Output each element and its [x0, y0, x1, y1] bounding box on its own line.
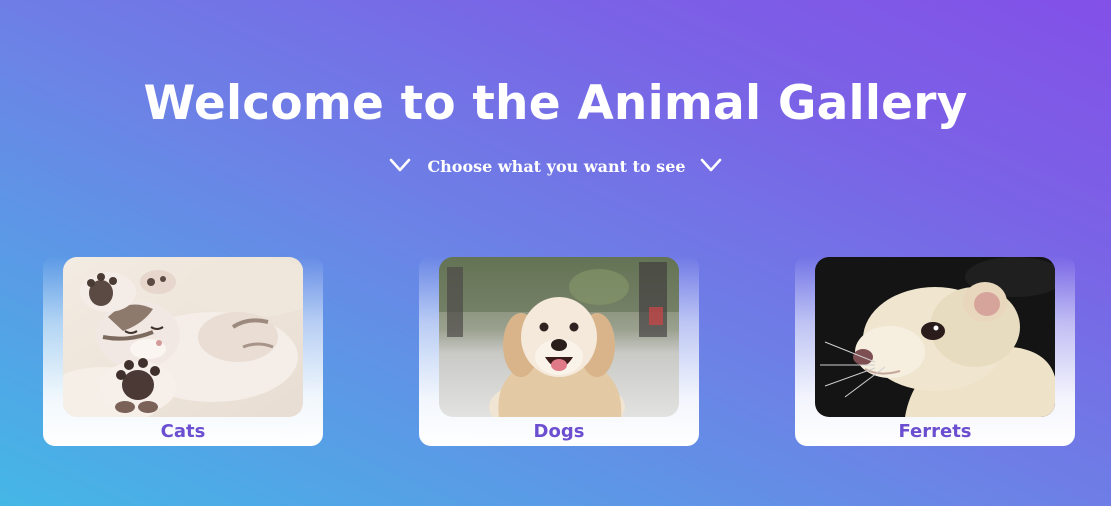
gallery-card-ferrets[interactable]: Ferrets — [795, 256, 1075, 446]
card-label-cats[interactable]: Cats — [43, 420, 323, 444]
sleeping-kitten-photo[interactable] — [63, 257, 303, 417]
chevron-down-icon — [700, 157, 722, 173]
gallery-card-cats[interactable]: Cats — [43, 256, 323, 446]
page-title: Welcome to the Animal Gallery — [143, 76, 968, 131]
gallery-card-dogs[interactable]: Dogs — [419, 256, 699, 446]
chevron-down-icon — [389, 157, 411, 173]
subtitle: Choose what you want to see — [427, 156, 686, 176]
golden-retriever-photo[interactable] — [439, 257, 679, 417]
subtitle-row: Choose what you want to see — [0, 148, 1111, 182]
card-label-ferrets[interactable]: Ferrets — [795, 420, 1075, 444]
card-label-dogs[interactable]: Dogs — [419, 420, 699, 444]
ferret-photo[interactable] — [815, 257, 1055, 417]
